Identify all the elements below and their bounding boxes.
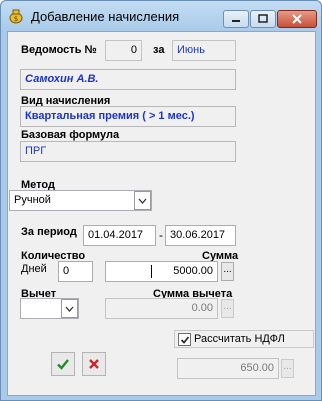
- close-button[interactable]: [277, 10, 317, 28]
- calc-ndfl-label: Рассчитать НДФЛ: [194, 333, 285, 345]
- text-cursor: [151, 265, 152, 278]
- base-formula-label: Базовая формула: [21, 129, 120, 141]
- period-to-field[interactable]: 30.06.2017: [165, 225, 236, 246]
- minimize-button[interactable]: [223, 10, 249, 28]
- checkmark-icon: [180, 335, 189, 344]
- period-label: За период: [21, 226, 77, 238]
- statement-number-field: 0: [105, 40, 142, 61]
- amount-ellipsis-button[interactable]: ...: [221, 262, 234, 281]
- month-field: Июнь: [172, 40, 236, 61]
- statement-label: Ведомость №: [21, 44, 97, 56]
- amount-field[interactable]: 5000.00: [105, 261, 218, 282]
- calc-ndfl-checkbox[interactable]: [178, 333, 191, 346]
- ndfl-amount-field: 650.00: [177, 358, 279, 379]
- cancel-button[interactable]: [82, 352, 106, 376]
- ok-button[interactable]: [51, 352, 75, 376]
- method-dropdown-button[interactable]: [134, 191, 151, 210]
- days-field[interactable]: 0: [58, 261, 93, 282]
- money-bag-icon: $: [8, 8, 24, 24]
- employee-name-field: Самохин А.В.: [20, 69, 236, 90]
- window-title: Добавление начисления: [31, 9, 180, 24]
- days-label: Дней: [21, 263, 47, 275]
- close-icon: [292, 14, 302, 24]
- deduction-amount-field: 0.00: [105, 298, 218, 319]
- dialog-body: Ведомость № 0 за Июнь Самохин А.В. Вид н…: [7, 31, 316, 396]
- accrual-type-field: Квартальная премия ( > 1 мес.): [20, 106, 236, 127]
- check-icon: [57, 359, 69, 370]
- title-bar[interactable]: $ Добавление начисления: [1, 1, 321, 31]
- chevron-down-icon: [138, 198, 147, 204]
- deduction-dropdown-button[interactable]: [61, 299, 78, 318]
- base-formula-field: ПРГ: [20, 141, 236, 162]
- method-select[interactable]: Ручной: [9, 190, 152, 211]
- period-dash: -: [159, 228, 163, 242]
- ndfl-ellipsis-button: ...: [281, 359, 294, 378]
- svg-text:$: $: [14, 15, 18, 23]
- deduction-ellipsis-button: ...: [221, 299, 234, 318]
- cross-icon: [89, 359, 99, 369]
- dialog-window: $ Добавление начисления Ведомость № 0 за…: [0, 0, 322, 401]
- period-from-field[interactable]: 01.04.2017: [83, 225, 156, 246]
- chevron-down-icon: [65, 306, 74, 312]
- maximize-button[interactable]: [250, 10, 276, 28]
- month-label: за: [153, 44, 165, 56]
